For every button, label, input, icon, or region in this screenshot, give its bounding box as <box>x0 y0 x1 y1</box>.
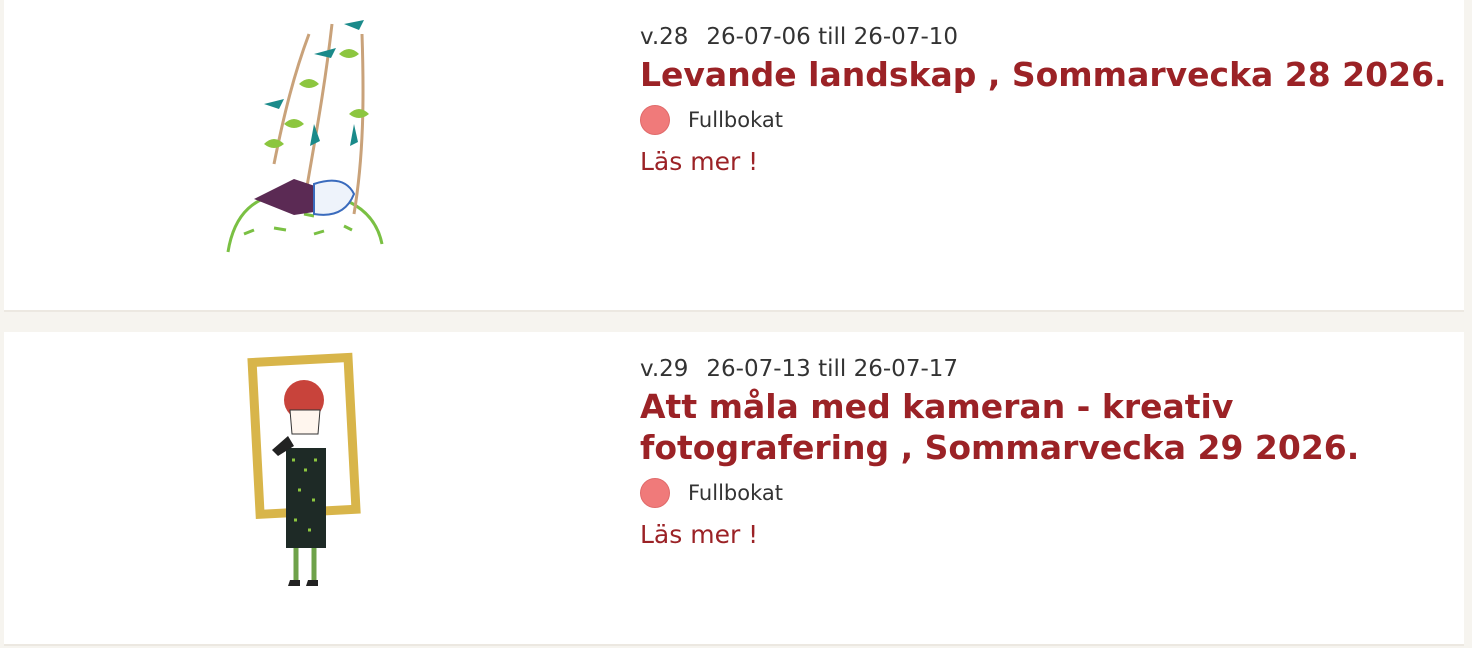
read-more-link[interactable]: Läs mer ! <box>640 147 758 176</box>
status-row: Fullbokat <box>640 478 1464 508</box>
course-title[interactable]: Levande landskap , Sommarvecka 28 2026. <box>640 54 1464 95</box>
course-list: v.28 26-07-06 till 26-07-10 Levande lands… <box>0 0 1472 648</box>
status-label: Fullbokat <box>688 481 783 505</box>
course-card: v.29 26-07-13 till 26-07-17 Att måla med … <box>4 332 1464 646</box>
person-under-trees-illustration <box>214 14 400 258</box>
course-dates: v.29 26-07-13 till 26-07-17 <box>640 354 1464 384</box>
course-info: v.29 26-07-13 till 26-07-17 Att måla med … <box>640 354 1464 549</box>
status-dot-icon <box>640 105 670 135</box>
course-info: v.28 26-07-06 till 26-07-10 Levande lands… <box>640 22 1464 176</box>
course-dates: v.28 26-07-06 till 26-07-10 <box>640 22 1464 52</box>
week-number: v.29 <box>640 356 689 382</box>
course-title[interactable]: Att måla med kameran - kreativ fotografe… <box>640 386 1464 468</box>
status-label: Fullbokat <box>688 108 783 132</box>
woman-with-frame-illustration <box>242 350 368 590</box>
date-range: 26-07-06 till 26-07-10 <box>706 24 959 50</box>
status-row: Fullbokat <box>640 105 1464 135</box>
date-range: 26-07-13 till 26-07-17 <box>706 356 959 382</box>
status-dot-icon <box>640 478 670 508</box>
week-number: v.28 <box>640 24 689 50</box>
course-card: v.28 26-07-06 till 26-07-10 Levande lands… <box>4 0 1464 312</box>
read-more-link[interactable]: Läs mer ! <box>640 520 758 549</box>
